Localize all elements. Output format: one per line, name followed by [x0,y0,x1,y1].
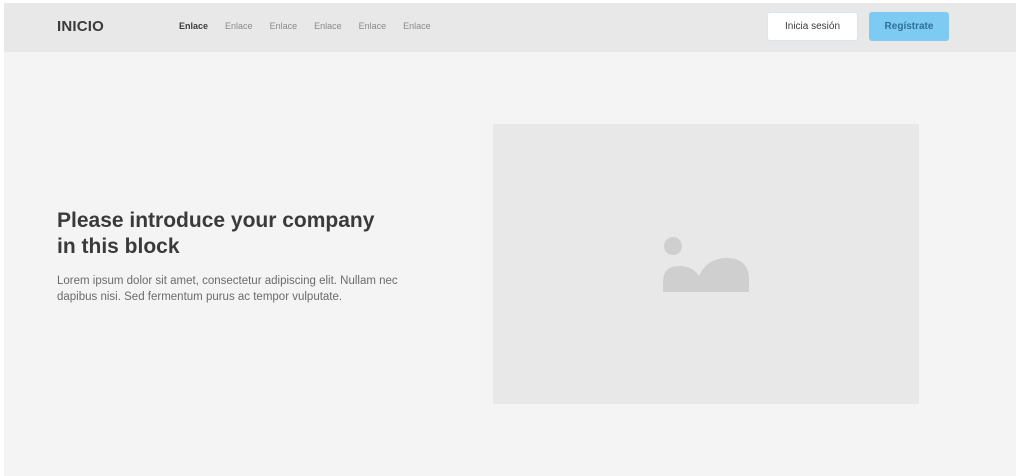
nav-link-6[interactable]: Enlace [403,21,431,31]
hero-image-placeholder [493,124,919,404]
nav-link-3[interactable]: Enlace [270,21,298,31]
nav-link-4[interactable]: Enlace [314,21,342,31]
nav-links: Enlace Enlace Enlace Enlace Enlace Enlac… [179,21,448,31]
login-button[interactable]: Inicia sesión [767,12,858,41]
register-button[interactable]: Regístrate [869,12,949,41]
nav-link-2[interactable]: Enlace [225,21,253,31]
hero-title: Please introduce your company in this bl… [57,209,375,258]
page: INICIO Enlace Enlace Enlace Enlace Enlac… [4,3,1016,476]
logo[interactable]: INICIO [57,18,104,35]
nav-link-1[interactable]: Enlace [179,21,208,31]
hero-description: Lorem ipsum dolor sit amet, consectetur … [57,275,398,303]
image-placeholder-icon [663,237,749,292]
nav-link-5[interactable]: Enlace [359,21,387,31]
navbar: INICIO Enlace Enlace Enlace Enlace Enlac… [4,3,1016,52]
